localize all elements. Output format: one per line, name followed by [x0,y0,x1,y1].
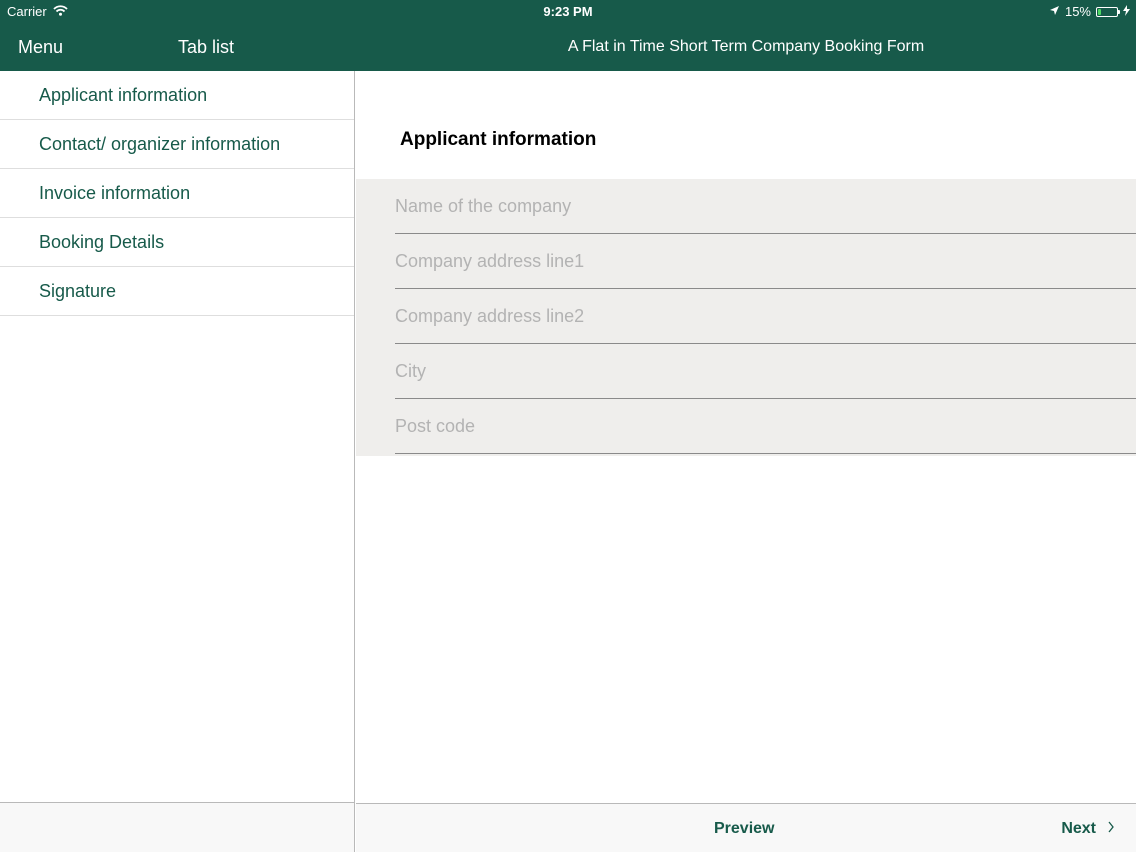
bottom-toolbar: Preview Next [356,803,1136,852]
sidebar-item-label: Contact/ organizer information [39,133,281,154]
app-window: Carrier 9:23 PM 15% Menu Tab list A Flat… [0,0,1136,852]
section-title: Applicant information [400,129,597,150]
battery-level-fill [1098,8,1101,15]
city-input[interactable] [395,344,1136,398]
sidebar-item-label: Signature [39,280,117,301]
sidebar-item-label: Applicant information [39,84,208,105]
post-code-input[interactable] [395,399,1136,453]
status-left: Carrier [7,4,68,19]
applicant-form [356,179,1136,456]
status-right: 15% [1049,4,1130,19]
wifi-icon [53,4,68,19]
battery-percent: 15% [1064,4,1091,19]
sidebar-item-invoice-information[interactable]: Invoice information [0,169,354,218]
next-button[interactable]: Next [1061,820,1114,838]
address-line2-field-row [395,289,1136,344]
city-field-row [395,344,1136,399]
post-code-field-row [395,399,1136,454]
sidebar-footer [0,802,354,852]
location-arrow-icon [1049,4,1060,19]
nav-bar: Menu Tab list A Flat in Time Short Term … [0,24,1136,71]
battery-icon [1096,6,1120,17]
page-title: A Flat in Time Short Term Company Bookin… [567,38,925,55]
sidebar-item-label: Booking Details [39,231,165,252]
sidebar-item-label: Invoice information [39,182,191,203]
charging-bolt-icon [1123,4,1130,19]
sidebar-item-contact-organizer-information[interactable]: Contact/ organizer information [0,120,354,169]
status-time: 9:23 PM [543,4,593,19]
address-line1-input[interactable] [395,234,1136,288]
sidebar-item-signature[interactable]: Signature [0,267,354,316]
header: Carrier 9:23 PM 15% Menu Tab list A Flat… [0,0,1136,71]
sidebar: Applicant information Contact/ organizer… [0,71,355,852]
next-button-label: Next [1061,820,1096,837]
status-bar: Carrier 9:23 PM 15% [0,0,1136,24]
sidebar-item-applicant-information[interactable]: Applicant information [0,71,354,120]
menu-button[interactable]: Menu [18,37,63,58]
sidebar-list: Applicant information Contact/ organizer… [0,71,354,316]
company-name-input[interactable] [395,179,1136,233]
address-line1-field-row [395,234,1136,289]
main-content: Applicant information Preview Next [356,71,1136,852]
sidebar-item-booking-details[interactable]: Booking Details [0,218,354,267]
chevron-right-icon [1108,820,1114,838]
address-line2-input[interactable] [395,289,1136,343]
company-name-field-row [395,179,1136,234]
tab-list-button[interactable]: Tab list [178,37,234,58]
carrier-label: Carrier [7,4,47,19]
preview-button[interactable]: Preview [714,820,774,838]
